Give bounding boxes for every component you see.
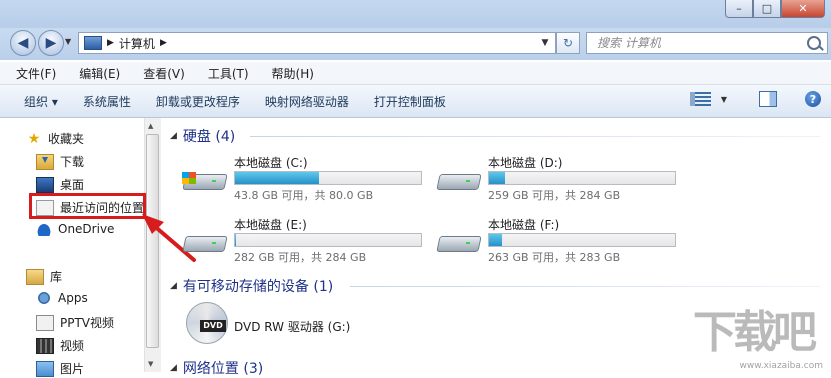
map-network-drive-button[interactable]: 映射网络驱动器 bbox=[255, 93, 364, 110]
breadcrumb-separator-icon[interactable]: ▶ bbox=[160, 38, 167, 48]
scroll-down-icon[interactable]: ▼ bbox=[148, 360, 153, 368]
desktop-icon bbox=[36, 176, 54, 193]
sidebar-item-onedrive[interactable]: OneDrive bbox=[36, 222, 114, 236]
sidebar-item-label: Apps bbox=[58, 291, 88, 305]
sidebar-item-label: 下载 bbox=[60, 155, 85, 169]
group-divider bbox=[350, 286, 820, 287]
search-box[interactable] bbox=[586, 32, 828, 54]
highlight-box bbox=[29, 193, 146, 219]
windows-logo-icon bbox=[182, 172, 196, 184]
hard-disk-icon bbox=[436, 230, 482, 254]
menu-file[interactable]: 文件(F) bbox=[0, 65, 63, 82]
apps-icon bbox=[36, 291, 52, 305]
sidebar-item-label: PPTV视频 bbox=[60, 316, 115, 330]
help-icon[interactable]: ? bbox=[805, 91, 821, 107]
sidebar-item-downloads[interactable]: 下载 bbox=[36, 153, 84, 170]
open-control-panel-button[interactable]: 打开控制面板 bbox=[364, 93, 461, 110]
drive-name: 本地磁盘 (D:) bbox=[488, 156, 563, 170]
sidebar-favorites-label: 收藏夹 bbox=[48, 132, 85, 146]
search-icon[interactable] bbox=[807, 36, 821, 50]
organize-button[interactable]: 组织 ▾ bbox=[0, 93, 73, 110]
uninstall-program-button[interactable]: 卸载或更改程序 bbox=[146, 93, 255, 110]
sidebar-item-pictures[interactable]: 图片 bbox=[36, 360, 84, 377]
drive-usage-bar bbox=[488, 233, 676, 247]
sidebar-item-label: 桌面 bbox=[60, 178, 85, 192]
collapse-triangle-icon[interactable]: ◢ bbox=[170, 131, 177, 141]
breadcrumb-separator-icon[interactable]: ▶ bbox=[107, 38, 114, 48]
sidebar-favorites[interactable]: ★ 收藏夹 bbox=[26, 130, 84, 147]
sidebar-item-videos[interactable]: 视频 bbox=[36, 337, 84, 354]
recent-pages-dropdown-icon[interactable]: ▼ bbox=[65, 37, 71, 46]
drive-usage-bar bbox=[234, 171, 422, 185]
drive-space-info: 263 GB 可用，共 283 GB bbox=[488, 251, 621, 264]
address-dropdown-icon[interactable]: ▼ bbox=[536, 33, 554, 53]
menu-bar: 文件(F) 编辑(E) 查看(V) 工具(T) 帮助(H) bbox=[0, 62, 831, 85]
drive-name: DVD RW 驱动器 (G:) bbox=[234, 320, 351, 334]
group-header-label: 硬盘 (4) bbox=[182, 129, 236, 145]
refresh-icon: ↻ bbox=[562, 36, 574, 50]
drive-space-info: 282 GB 可用，共 284 GB bbox=[234, 251, 367, 264]
preview-pane-icon[interactable] bbox=[759, 91, 777, 107]
computer-icon bbox=[84, 36, 102, 50]
scroll-up-icon[interactable]: ▲ bbox=[148, 122, 153, 130]
group-header-label: 网络位置 (3) bbox=[182, 361, 264, 377]
menu-edit[interactable]: 编辑(E) bbox=[63, 65, 127, 82]
video-library-icon bbox=[36, 337, 54, 354]
drive-usage-bar bbox=[234, 233, 422, 247]
address-bar[interactable]: ▶ 计算机 ▶ bbox=[78, 32, 556, 54]
sidebar-item-label: OneDrive bbox=[58, 222, 115, 236]
watermark-logo: 下载吧 www.xiazaiba.com bbox=[693, 303, 829, 372]
watermark-text: 下载吧 bbox=[693, 307, 817, 358]
dvd-badge: DVD bbox=[200, 320, 226, 332]
drive-space-info: 43.8 GB 可用，共 80.0 GB bbox=[234, 189, 374, 202]
group-hard-disks[interactable]: ◢ 硬盘 (4) bbox=[170, 126, 235, 146]
library-folder-icon bbox=[26, 268, 44, 285]
drive-name: 本地磁盘 (C:) bbox=[234, 156, 308, 170]
sidebar-item-label: 图片 bbox=[60, 362, 85, 376]
drive-name: 本地磁盘 (F:) bbox=[488, 218, 560, 232]
group-header-label: 有可移动存储的设备 (1) bbox=[182, 279, 334, 295]
sidebar-item-pptv-videos[interactable]: PPTV视频 bbox=[36, 314, 114, 331]
collapse-triangle-icon[interactable]: ◢ bbox=[170, 281, 177, 291]
system-properties-button[interactable]: 系统属性 bbox=[73, 93, 146, 110]
drive-usage-bar bbox=[488, 171, 676, 185]
group-divider bbox=[250, 136, 820, 137]
view-controls: ▼ ? bbox=[689, 91, 821, 107]
change-view-icon[interactable] bbox=[689, 92, 711, 106]
search-input[interactable] bbox=[595, 33, 804, 53]
sidebar-libraries[interactable]: 库 bbox=[26, 268, 62, 285]
back-arrow-icon: ◀ bbox=[17, 35, 29, 51]
pptv-library-icon bbox=[36, 314, 54, 331]
pictures-library-icon bbox=[36, 360, 54, 377]
group-network-locations[interactable]: ◢ 网络位置 (3) bbox=[170, 358, 263, 378]
breadcrumb-computer[interactable]: 计算机 bbox=[119, 35, 155, 52]
hard-disk-icon bbox=[182, 230, 228, 254]
title-bar bbox=[0, 0, 831, 30]
forward-button[interactable]: ▶ bbox=[38, 30, 64, 56]
menu-help[interactable]: 帮助(H) bbox=[256, 65, 321, 82]
sidebar-libraries-label: 库 bbox=[50, 270, 63, 284]
star-icon: ★ bbox=[27, 130, 41, 147]
menu-tools[interactable]: 工具(T) bbox=[192, 65, 256, 82]
maximize-button[interactable]: □ bbox=[753, 0, 781, 18]
hard-disk-icon bbox=[436, 168, 482, 192]
view-options-dropdown-icon[interactable]: ▼ bbox=[721, 95, 727, 104]
drive-name: 本地磁盘 (E:) bbox=[234, 218, 307, 232]
close-button[interactable]: ✕ bbox=[781, 0, 825, 18]
group-removable-devices[interactable]: ◢ 有可移动存储的设备 (1) bbox=[170, 276, 333, 296]
forward-arrow-icon: ▶ bbox=[45, 35, 57, 51]
window-controls: – □ ✕ bbox=[725, 0, 825, 18]
refresh-button[interactable]: ↻ bbox=[556, 32, 580, 54]
sidebar-item-apps[interactable]: Apps bbox=[36, 291, 88, 305]
drive-space-info: 259 GB 可用，共 284 GB bbox=[488, 189, 621, 202]
sidebar-item-label: 视频 bbox=[60, 339, 85, 353]
menu-view[interactable]: 查看(V) bbox=[127, 65, 192, 82]
back-button[interactable]: ◀ bbox=[10, 30, 36, 56]
minimize-button[interactable]: – bbox=[725, 0, 753, 18]
downloads-folder-icon bbox=[36, 153, 54, 170]
onedrive-cloud-icon bbox=[36, 222, 52, 236]
sidebar-item-desktop[interactable]: 桌面 bbox=[36, 176, 84, 193]
watermark-url: www.xiazaiba.com bbox=[739, 361, 823, 371]
